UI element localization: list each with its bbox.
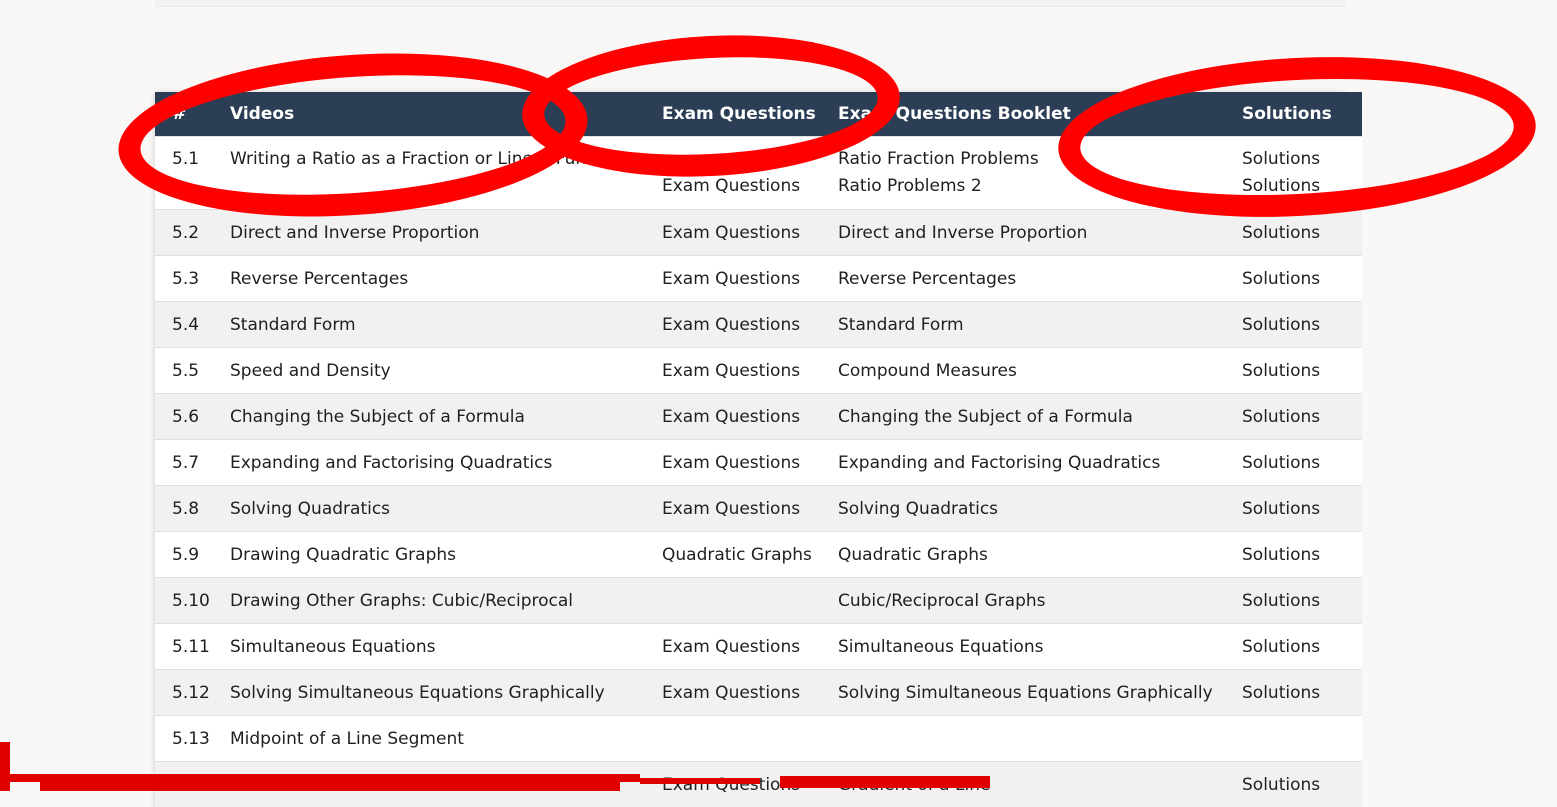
row-num: 5.13 [155, 716, 230, 762]
video-link[interactable]: Speed and Density [230, 348, 662, 394]
solutions-link[interactable]: Solutions [1242, 578, 1362, 624]
table-row: 5.7 Expanding and Factorising Quadratics… [155, 440, 1362, 486]
video-link[interactable]: Drawing Other Graphs: Cubic/Reciprocal [230, 578, 662, 624]
dash-mark [795, 42, 813, 45]
row-num: 5.1 [155, 137, 230, 210]
video-link[interactable]: Changing the Subject of a Formula [230, 394, 662, 440]
booklet-link[interactable]: Expanding and Factorising Quadratics [838, 440, 1242, 486]
solutions-link[interactable]: Solutions [1242, 173, 1362, 200]
top-strip [155, 0, 1345, 7]
exam-questions-link[interactable] [662, 578, 838, 624]
solutions-link[interactable]: Solutions [1242, 256, 1362, 302]
row-num: 5.4 [155, 302, 230, 348]
booklet-link[interactable]: Cubic/Reciprocal Graphs [838, 578, 1242, 624]
booklet-link[interactable]: Quadratic Graphs [838, 532, 1242, 578]
table-row: 5.2 Direct and Inverse Proportion Exam Q… [155, 210, 1362, 256]
solutions-link[interactable]: Solutions [1242, 302, 1362, 348]
exam-questions-link[interactable]: Exam Questions [662, 440, 838, 486]
booklet-cell: Ratio Fraction ProblemsRatio Problems 2 [838, 137, 1242, 210]
row-num: 5.3 [155, 256, 230, 302]
row-num: 5.7 [155, 440, 230, 486]
table-row: 5.13 Midpoint of a Line Segment [155, 716, 1362, 762]
video-link[interactable]: Writing a Ratio as a Fraction or Linear … [230, 137, 662, 210]
solutions-link[interactable]: Solutions [1242, 440, 1362, 486]
booklet-link[interactable]: Ratio Fraction Problems [838, 146, 1242, 173]
table-header-row: # Videos Exam Questions Exam Questions B… [155, 92, 1362, 137]
booklet-link[interactable]: Ratio Problems 2 [838, 173, 1242, 200]
exam-questions-link[interactable]: Exam Questions [662, 210, 838, 256]
table-row: 5.4 Standard Form Exam Questions Standar… [155, 302, 1362, 348]
solutions-cell: SolutionsSolutions [1242, 137, 1362, 210]
booklet-link[interactable]: Solving Simultaneous Equations Graphical… [838, 670, 1242, 716]
booklet-link[interactable] [838, 716, 1242, 762]
solutions-link[interactable]: Solutions [1242, 762, 1362, 807]
exam-questions-link[interactable]: Exam Questions [662, 394, 838, 440]
row-num: 5.5 [155, 348, 230, 394]
exam-questions-link[interactable]: Quadratic Graphs [662, 532, 838, 578]
video-link[interactable]: Drawing Quadratic Graphs [230, 532, 662, 578]
booklet-link[interactable]: Direct and Inverse Proportion [838, 210, 1242, 256]
table-row: 5.9 Drawing Quadratic Graphs Quadratic G… [155, 532, 1362, 578]
row-num: 5.11 [155, 624, 230, 670]
video-link[interactable]: Standard Form [230, 302, 662, 348]
table-row: 5.1 Writing a Ratio as a Fraction or Lin… [155, 137, 1362, 210]
solutions-link[interactable]: Solutions [1242, 146, 1362, 173]
header-booklet: Exam Questions Booklet [838, 92, 1242, 137]
resource-table: # Videos Exam Questions Exam Questions B… [155, 92, 1362, 807]
video-link[interactable]: Solving Simultaneous Equations Graphical… [230, 670, 662, 716]
exam-questions-link[interactable]: Exam Questions [662, 624, 838, 670]
row-num: 5.2 [155, 210, 230, 256]
row-num: 5.6 [155, 394, 230, 440]
table-row: 5.10 Drawing Other Graphs: Cubic/Recipro… [155, 578, 1362, 624]
booklet-link[interactable]: Changing the Subject of a Formula [838, 394, 1242, 440]
solutions-link[interactable]: Solutions [1242, 348, 1362, 394]
solutions-link[interactable] [1242, 716, 1362, 762]
booklet-link[interactable]: Solving Quadratics [838, 486, 1242, 532]
table-row: 5.11 Simultaneous Equations Exam Questio… [155, 624, 1362, 670]
row-num: 5.8 [155, 486, 230, 532]
video-link[interactable]: Solving Quadratics [230, 486, 662, 532]
header-num: # [155, 92, 230, 137]
solutions-link[interactable]: Solutions [1242, 532, 1362, 578]
exam-questions-link[interactable]: Exam Questions [662, 256, 838, 302]
header-solutions: Solutions [1242, 92, 1362, 137]
booklet-link[interactable]: Simultaneous Equations [838, 624, 1242, 670]
header-exam-questions: Exam Questions [662, 92, 838, 137]
table-row: 5.3 Reverse Percentages Exam Questions R… [155, 256, 1362, 302]
resource-table-container: # Videos Exam Questions Exam Questions B… [155, 92, 1345, 807]
table-row: 5.5 Speed and Density Exam Questions Com… [155, 348, 1362, 394]
table-row: 5.12 Solving Simultaneous Equations Grap… [155, 670, 1362, 716]
exam-questions-link[interactable]: Exam Questions [662, 486, 838, 532]
header-videos: Videos [230, 92, 662, 137]
exam-questions-link[interactable] [662, 146, 838, 173]
exam-questions-link[interactable]: Exam Questions [662, 670, 838, 716]
exam-questions-link[interactable]: Exam Questions [662, 173, 838, 200]
solutions-link[interactable]: Solutions [1242, 486, 1362, 532]
video-link[interactable]: Simultaneous Equations [230, 624, 662, 670]
video-link[interactable]: Expanding and Factorising Quadratics [230, 440, 662, 486]
solutions-link[interactable]: Solutions [1242, 394, 1362, 440]
exam-questions-link[interactable]: Exam Questions [662, 302, 838, 348]
booklet-link[interactable]: Compound Measures [838, 348, 1242, 394]
video-link[interactable]: Reverse Percentages [230, 256, 662, 302]
booklet-link[interactable]: Standard Form [838, 302, 1242, 348]
table-row: 5.8 Solving Quadratics Exam Questions So… [155, 486, 1362, 532]
row-num: 5.12 [155, 670, 230, 716]
row-num: 5.9 [155, 532, 230, 578]
row-num: 5.10 [155, 578, 230, 624]
booklet-link[interactable]: Reverse Percentages [838, 256, 1242, 302]
video-link[interactable]: Midpoint of a Line Segment [230, 716, 662, 762]
exam-questions-cell: Exam Questions [662, 137, 838, 210]
solutions-link[interactable]: Solutions [1242, 210, 1362, 256]
video-link[interactable]: Direct and Inverse Proportion [230, 210, 662, 256]
exam-questions-link[interactable] [662, 716, 838, 762]
exam-questions-link[interactable]: Exam Questions [662, 348, 838, 394]
red-scribble-underline [0, 768, 1000, 791]
solutions-link[interactable]: Solutions [1242, 624, 1362, 670]
solutions-link[interactable]: Solutions [1242, 670, 1362, 716]
table-row: 5.6 Changing the Subject of a Formula Ex… [155, 394, 1362, 440]
